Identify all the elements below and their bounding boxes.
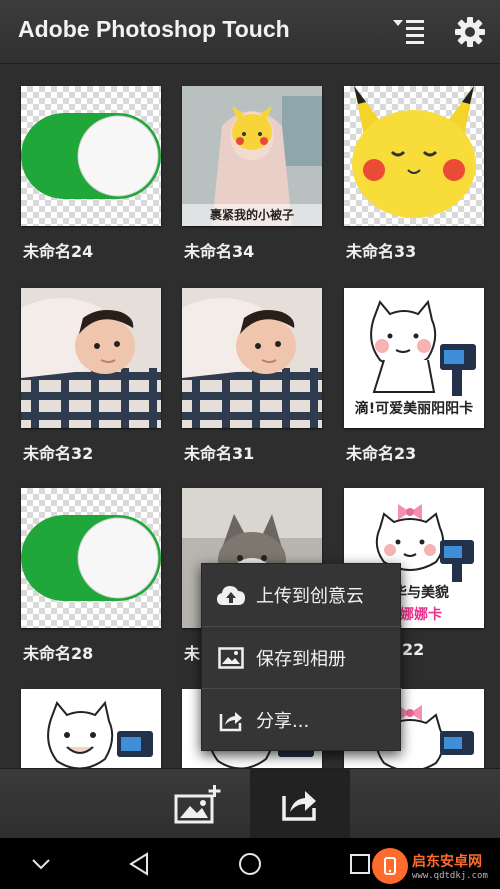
recents-square-icon [350,854,370,874]
menu-item-label: 分享... [256,710,310,732]
share-icon [216,705,246,735]
document-name: 未命名28 [23,644,94,663]
settings-button[interactable] [448,10,492,54]
document-name: 未 [184,644,201,663]
nav-collapse-button[interactable] [23,846,59,882]
cloud-upload-icon [216,580,246,610]
pikachu-thumbnail [344,86,484,226]
watermark-url: www.qdtdkj.com [412,870,488,881]
app-title: Adobe Photoshop Touch [18,16,290,42]
watermark-logo-icon [372,847,408,884]
add-image-icon [174,785,221,824]
share-button[interactable] [250,769,350,839]
home-circle-icon [239,853,261,875]
document-name: 未命名24 [23,242,94,261]
app-bar: Adobe Photoshop Touch [0,0,500,64]
thumbnail-caption: 裹紧我的小被子 [209,208,294,222]
document-name: 未命名23 [346,444,417,463]
baby-blanket-thumbnail: 裹紧我的小被子 [182,86,322,226]
share-context-menu: 上传到创意云 保存到相册 分享... [201,563,402,751]
document-name: 未命名32 [23,444,94,463]
image-icon [216,643,246,673]
menu-item-upload-creative-cloud[interactable]: 上传到创意云 [202,564,402,626]
chevron-down-icon [32,859,50,870]
nav-back-button[interactable] [121,846,157,882]
back-triangle-icon [129,852,148,876]
document-name: 22 [402,640,425,659]
site-watermark: 启东安卓网 www.qdtdkj.com [372,842,500,889]
add-image-button[interactable] [148,769,248,839]
document-name: 未命名31 [184,444,255,463]
document-name: 未命名34 [184,242,255,261]
watermark-title: 启东安卓网 [412,853,482,870]
sort-list-icon [393,20,424,44]
menu-item-share[interactable]: 分享... [202,688,402,750]
cat-meme-thumbnail: 滴!可爱美丽阳阳卡 [344,288,484,428]
share-icon [282,791,316,821]
sort-menu-button[interactable] [386,10,430,54]
cat-meme-thumbnail [21,689,161,768]
toggle-thumbnail [21,488,161,628]
gear-icon [455,17,485,47]
menu-item-label: 上传到创意云 [256,586,364,607]
menu-item-label: 保存到相册 [256,648,346,670]
menu-item-save-to-album[interactable]: 保存到相册 [202,626,402,688]
bottom-toolbar [0,768,500,839]
thumbnail-caption: 滴!可爱美丽阳阳卡 [354,401,474,417]
nav-home-button[interactable] [232,846,268,882]
baby-photo-thumbnail [21,288,161,428]
document-name: 未命名33 [346,242,417,261]
baby-photo-thumbnail [182,288,322,428]
toggle-thumbnail [21,86,161,226]
